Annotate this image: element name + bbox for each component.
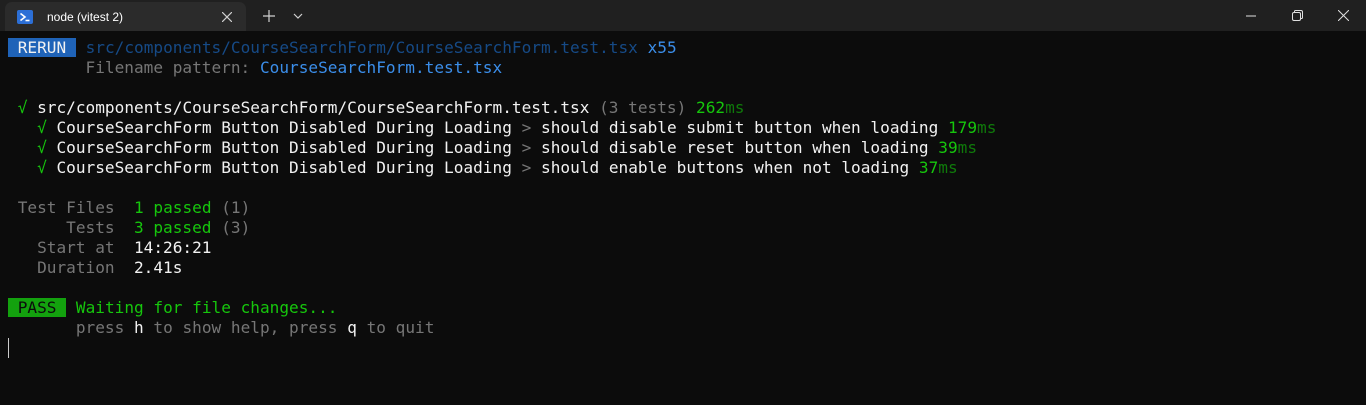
suite-line: √ src/components/CourseSearchForm/Course… [8,98,745,118]
test-group: CourseSearchForm Button Disabled During … [56,118,512,137]
test-line: √ CourseSearchForm Button Disabled Durin… [8,118,996,138]
test-duration: 37 [918,158,939,177]
suite-duration-unit: ms [725,98,745,117]
summary-test-files: Test Files 1 passed (1) [8,198,251,218]
check-icon: √ [37,158,47,177]
title-bar: node (vitest 2) [0,0,1366,31]
test-duration: 39 [938,138,958,157]
test-group: CourseSearchForm Button Disabled During … [56,158,512,177]
chevron-down-icon[interactable] [288,6,308,26]
maximize-icon[interactable] [1274,0,1320,31]
hint-text: to quit [366,318,435,337]
hint-key-q: q [347,318,357,337]
test-line: √ CourseSearchForm Button Disabled Durin… [8,158,958,178]
hint-text: press [75,318,125,337]
test-separator: > [521,158,532,177]
suite-file: src/components/CourseSearchForm/CourseSe… [37,98,590,117]
summary-total: (1) [221,198,251,217]
check-icon: √ [37,138,47,157]
suite-tests-info: (3 tests) [599,98,687,117]
test-name: should disable reset button when loading [541,138,929,157]
pattern-label: Filename pattern: [85,58,251,77]
test-name: should disable submit button when loadin… [541,118,939,137]
text-cursor [8,338,9,358]
test-separator: > [521,138,532,157]
check-icon: √ [17,98,28,117]
rerun-badge: RERUN [8,38,76,57]
summary-tests: Tests 3 passed (3) [8,218,250,238]
hint-key-h: h [133,318,144,337]
hint-line: press h to show help, press q to quit [8,318,435,338]
terminal-tab[interactable]: node (vitest 2) [5,2,246,31]
pass-badge: PASS [8,298,67,317]
terminal-output[interactable]: RERUN src/components/CourseSearchForm/Co… [0,31,1366,405]
powershell-icon [17,9,33,25]
rerun-count: x55 [647,38,677,57]
test-group: CourseSearchForm Button Disabled During … [56,138,512,157]
status-message: Waiting for file changes... [75,298,338,317]
pattern-value: CourseSearchForm.test.tsx [259,58,503,77]
close-tab-icon[interactable] [217,7,237,27]
summary-passed: 3 passed [133,218,212,237]
filename-pattern-line: Filename pattern: CourseSearchForm.test.… [8,58,503,78]
test-duration-unit: ms [957,138,978,157]
close-icon[interactable] [1320,0,1366,31]
minimize-icon[interactable] [1228,0,1274,31]
summary-label: Start at [37,238,115,257]
summary-duration: Duration 2.41s [8,258,182,278]
test-duration-unit: ms [938,158,958,177]
suite-duration: 262 [696,98,726,117]
test-duration-unit: ms [977,118,997,137]
plus-icon[interactable] [258,6,280,26]
summary-start: Start at 14:26:21 [8,238,212,258]
summary-value: 2.41s [133,258,183,277]
summary-label: Test Files [17,198,115,217]
summary-label: Tests [66,218,115,237]
test-name: should enable buttons when not loading [541,158,910,177]
check-icon: √ [37,118,47,137]
rerun-path: src/components/CourseSearchForm/CourseSe… [85,38,638,57]
summary-label: Duration [37,258,115,277]
test-line: √ CourseSearchForm Button Disabled Durin… [8,138,977,158]
test-separator: > [521,118,532,137]
test-duration: 179 [947,118,978,137]
status-line: PASS Waiting for file changes... [8,298,338,318]
tab-title: node (vitest 2) [47,10,124,24]
summary-value: 14:26:21 [133,238,212,257]
summary-passed: 1 passed [134,198,212,217]
summary-total: (3) [221,218,251,237]
hint-text: to show help, press [153,318,338,337]
rerun-line: RERUN src/components/CourseSearchForm/Co… [8,38,677,58]
